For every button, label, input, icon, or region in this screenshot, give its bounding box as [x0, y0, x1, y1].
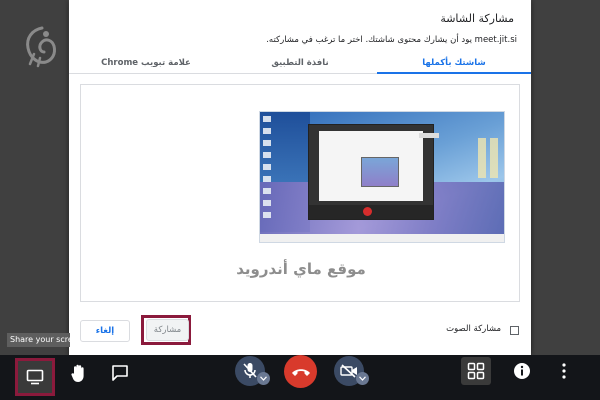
thumbnail-window	[308, 124, 439, 220]
hangup-icon	[291, 368, 310, 376]
share-source-tabs: شاشتك بأكملها نافذة التطبيق علامة تبويب …	[69, 52, 531, 74]
mic-off-icon	[243, 363, 257, 378]
share-button[interactable]: مشاركة	[146, 319, 189, 341]
tile-view-button[interactable]	[461, 357, 491, 385]
tab-entire-screen[interactable]: شاشتك بأكملها	[377, 52, 531, 74]
share-screen-dialog: مشاركة الشاشة meet.jit.si يود أن يشارك م…	[69, 0, 531, 355]
share-audio-label: مشاركة الصوت	[446, 324, 501, 334]
dialog-subtitle: meet.jit.si يود أن يشارك محتوى شاشتك. اخ…	[266, 35, 517, 45]
dialog-title: مشاركة الشاشة	[440, 12, 514, 25]
jitsi-logo-icon	[26, 26, 56, 68]
chevron-down-icon	[260, 376, 267, 381]
screen-share-icon	[26, 369, 44, 385]
cancel-button[interactable]: إلغاء	[80, 320, 130, 342]
tile-view-icon	[467, 362, 485, 380]
raise-hand-icon	[71, 364, 84, 382]
meeting-toolbar	[0, 355, 600, 400]
tab-application-window[interactable]: نافذة التطبيق	[223, 52, 377, 73]
chat-icon	[112, 365, 128, 381]
more-icon	[562, 363, 566, 379]
screen-thumbnail[interactable]	[259, 111, 505, 243]
tab-chrome-tab[interactable]: علامة تبويب Chrome	[69, 52, 223, 73]
share-audio-checkbox[interactable]	[510, 326, 519, 335]
right-video-area	[532, 0, 600, 355]
desktop-icons-right	[478, 138, 500, 178]
info-button[interactable]	[509, 358, 535, 384]
hangup-button[interactable]	[284, 355, 317, 388]
screen-preview-area: موقع ماي أندرويد	[80, 84, 520, 302]
watermark-text: موقع ماي أندرويد	[236, 260, 366, 278]
mic-options-button[interactable]	[257, 372, 270, 385]
raise-hand-button[interactable]	[66, 358, 92, 388]
info-icon	[514, 363, 530, 379]
dialog-footer: مشاركة الصوت إلغاء مشاركة	[69, 312, 531, 355]
more-options-button[interactable]	[556, 358, 572, 384]
chat-button[interactable]	[107, 358, 133, 388]
desktop-icons	[263, 116, 271, 224]
chevron-down-icon	[359, 376, 366, 381]
screen-share-button[interactable]	[15, 358, 55, 396]
thumbnail-taskbar	[260, 234, 504, 242]
camera-options-button[interactable]	[356, 372, 369, 385]
share-screen-tooltip: Share your screen	[7, 333, 70, 347]
